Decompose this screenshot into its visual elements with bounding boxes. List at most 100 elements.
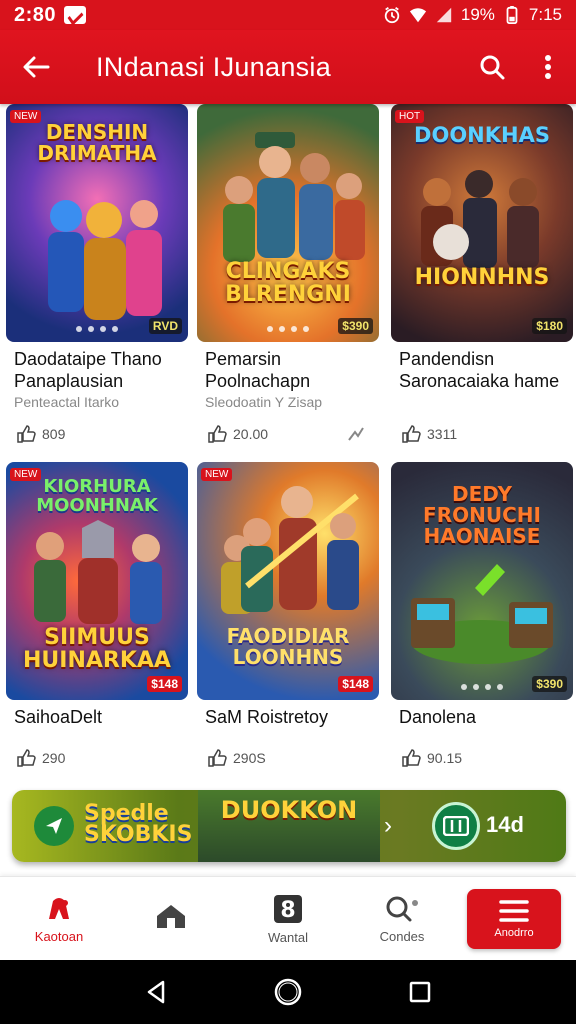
- card-title-line2: Panaplausian: [14, 371, 124, 391]
- app-logo-icon: [49, 897, 69, 919]
- thumbs-up-icon: [208, 749, 227, 767]
- nav-menu-button[interactable]: Anodrro: [467, 889, 561, 949]
- artwork-title: DEDY FRONUCHI HAONAISE: [423, 482, 541, 548]
- arrow-left-icon: [23, 56, 50, 78]
- status-right-time: 7:15: [528, 5, 562, 24]
- banner-cta-button[interactable]: [432, 802, 480, 850]
- price-badge: $148: [338, 676, 373, 692]
- price-badge: $390: [338, 318, 373, 334]
- like-value: 20.00: [233, 426, 269, 442]
- game-card[interactable]: HOT DOONKHAS HIONNHNS $180 Pandendisn Sa…: [391, 104, 573, 454]
- scene-illustration: [411, 564, 553, 664]
- carousel-dots: [461, 684, 503, 690]
- characters-illustration: [34, 520, 162, 624]
- banner-image: DUOKKON: [198, 790, 380, 862]
- nav-cta-label: Anodrro: [494, 927, 534, 939]
- nav-item-home[interactable]: Kaotoan: [4, 877, 114, 961]
- send-icon: [46, 818, 62, 834]
- system-recents-button[interactable]: [396, 968, 444, 1016]
- artwork-title: DOONKHAS: [414, 123, 550, 147]
- status-right: 19% 7:15: [383, 5, 562, 25]
- like-value: 90.15: [427, 750, 463, 766]
- wifi-icon: [409, 8, 426, 23]
- card-title-line2: Saronacaiaka hame: [399, 371, 560, 391]
- nav-item-condes[interactable]: Condes: [347, 877, 457, 961]
- like-count[interactable]: 3311: [401, 424, 457, 444]
- card-title: Danolena: [399, 707, 477, 727]
- characters-illustration: [223, 132, 365, 262]
- game-thumbnail[interactable]: NEW DENSHIN DRIMATHA RVD: [6, 104, 188, 342]
- search-icon: [480, 55, 505, 80]
- artwork-title: CLINGAKS BLRENGNI: [225, 259, 351, 308]
- characters-illustration: [221, 486, 359, 614]
- like-count[interactable]: 809: [16, 424, 65, 444]
- battery-icon: [506, 6, 518, 24]
- card-title: Daodataipe Thano: [14, 349, 162, 369]
- game-thumbnail[interactable]: DEDY FRONUCHI HAONAISE $390: [391, 462, 573, 700]
- artwork-subtitle: HIONNHNS: [414, 265, 550, 290]
- thumbs-up-icon: [208, 425, 227, 443]
- tag-badge: HOT: [395, 110, 425, 123]
- game-card[interactable]: CLINGAKS BLRENGNI $390 Pemarsin Poolnach…: [197, 104, 379, 454]
- square-recents-icon: [409, 981, 431, 1003]
- card-subtitle: Penteactal Itarko: [14, 394, 120, 410]
- like-count[interactable]: 290S: [207, 748, 266, 768]
- app-bar-actions: [464, 30, 576, 104]
- game-thumbnail[interactable]: NEW FAODIDIAR LOONHNS $148: [197, 462, 379, 700]
- triangle-back-icon: [147, 980, 165, 1004]
- number-eight-icon: 8: [274, 894, 302, 923]
- status-time: 2:80: [14, 3, 57, 26]
- like-value: 290S: [233, 750, 266, 766]
- banner-brand-line2: SKOBKIS: [84, 821, 193, 847]
- battery-percent: 19%: [460, 5, 495, 24]
- system-back-button[interactable]: [132, 968, 180, 1016]
- back-button[interactable]: [0, 30, 72, 104]
- banner-brand: Spedle SKOBKIS: [84, 803, 193, 847]
- banner-play-button[interactable]: [34, 806, 74, 846]
- like-count[interactable]: 290: [16, 748, 65, 768]
- like-count[interactable]: 90.15: [401, 748, 462, 768]
- price-badge: $390: [532, 676, 567, 692]
- app-bar: INdanasi IJunansia: [0, 30, 576, 104]
- status-bar: 2:80 19% 7:15: [0, 0, 576, 30]
- thumbs-up-icon: [17, 425, 36, 443]
- artwork-title: FAODIDIAR LOONHNS: [226, 624, 350, 669]
- carousel-dots: [267, 326, 309, 332]
- system-home-button[interactable]: [264, 968, 312, 1016]
- game-thumbnail[interactable]: NEW KIORHURA MOONHNAK SIIMUUS HUINARKAA …: [6, 462, 188, 700]
- game-thumbnail[interactable]: HOT DOONKHAS HIONNHNS $180: [391, 104, 573, 342]
- card-subtitle: Sleodoatin Y Zisap: [205, 394, 323, 410]
- game-card[interactable]: DEDY FRONUCHI HAONAISE $390 Danolena 90.…: [391, 462, 573, 782]
- banner-cta-text: 14d: [486, 812, 524, 837]
- price-badge: $148: [147, 676, 182, 692]
- nav-label: Kaotoan: [34, 928, 84, 944]
- artwork-title: DENSHIN DRIMATHA: [37, 120, 157, 165]
- price-badge: $180: [532, 318, 567, 334]
- circle-home-icon: [274, 978, 302, 1006]
- card-title-line2: Poolnachapn: [205, 371, 311, 391]
- characters-illustration: [421, 170, 539, 268]
- thumbs-up-icon: [17, 749, 36, 767]
- system-navigation-bar: [0, 960, 576, 1024]
- game-card[interactable]: NEW FAODIDIAR LOONHNS $148 SaM Roistreto…: [197, 462, 379, 782]
- nav-item-store[interactable]: [116, 877, 226, 961]
- like-value: 3311: [427, 426, 458, 442]
- characters-illustration: [48, 200, 162, 320]
- search-button[interactable]: [464, 30, 520, 104]
- promo-banner[interactable]: Spedle SKOBKIS DUOKKON › 14d: [12, 790, 566, 862]
- more-options-button[interactable]: [520, 30, 576, 104]
- share-icon[interactable]: [347, 426, 365, 442]
- game-card[interactable]: NEW KIORHURA MOONHNAK SIIMUUS HUINARKAA …: [6, 462, 188, 782]
- carousel-dots: [76, 326, 118, 332]
- like-count[interactable]: 20.00: [207, 424, 268, 444]
- nav-label: Condes: [379, 928, 425, 944]
- game-card[interactable]: NEW DENSHIN DRIMATHA RVD Daodataipe Than…: [6, 104, 188, 454]
- game-thumbnail[interactable]: CLINGAKS BLRENGNI $390: [197, 104, 379, 342]
- nav-item-wantal[interactable]: 8 Wantal: [233, 877, 343, 961]
- page-title: INdanasi IJunansia: [96, 51, 332, 82]
- card-title: SaM Roistretoy: [205, 707, 329, 727]
- more-vert-icon: [545, 55, 551, 79]
- thumbs-up-icon: [402, 749, 421, 767]
- artwork-subtitle: SIIMUUS HUINARKAA: [23, 625, 171, 674]
- chevron-right-icon[interactable]: ›: [384, 812, 392, 840]
